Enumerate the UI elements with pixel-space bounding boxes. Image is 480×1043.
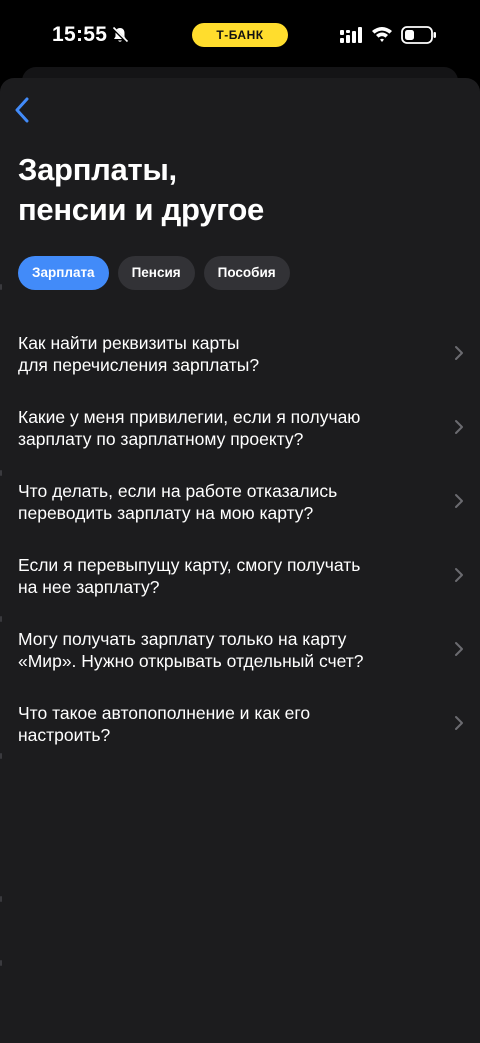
chevron-right-icon bbox=[455, 642, 463, 656]
faq-item[interactable]: Какие у меня привилегии, если я получаю … bbox=[0, 398, 480, 472]
faq-question: Как найти реквизиты карты для перечислен… bbox=[18, 332, 428, 376]
tab-pension[interactable]: Пенсия bbox=[117, 256, 195, 290]
bell-slash-icon bbox=[111, 26, 129, 44]
faq-question-line: Что делать, если на работе отказались bbox=[18, 481, 338, 501]
status-bar: 15:55 Т-БАНК bbox=[0, 0, 480, 70]
edge-tick bbox=[0, 284, 2, 290]
battery-icon bbox=[401, 26, 436, 44]
faq-question-line: Могу получать зарплату только на карту bbox=[18, 629, 347, 649]
chevron-right-icon bbox=[455, 716, 463, 730]
signal-icon bbox=[340, 27, 362, 43]
faq-list: Как найти реквизиты карты для перечислен… bbox=[0, 324, 480, 768]
faq-item[interactable]: Если я перевыпущу карту, смогу получать … bbox=[0, 546, 480, 620]
faq-question: Могу получать зарплату только на карту «… bbox=[18, 628, 428, 672]
faq-question-line: переводить зарплату на мою карту? bbox=[18, 503, 314, 523]
faq-question: Если я перевыпущу карту, смогу получать … bbox=[18, 554, 428, 598]
page-title-line: Зарплаты, bbox=[18, 152, 177, 187]
faq-item[interactable]: Могу получать зарплату только на карту «… bbox=[0, 620, 480, 694]
wifi-icon bbox=[372, 27, 392, 42]
faq-question-line: «Мир». Нужно открывать отдельный счет? bbox=[18, 651, 364, 671]
faq-question: Какие у меня привилегии, если я получаю … bbox=[18, 406, 428, 450]
faq-question-line: Что такое автопополнение и как его bbox=[18, 703, 311, 723]
tab-benefits[interactable]: Пособия bbox=[203, 256, 290, 290]
main-sheet: Зарплаты, пенсии и другое Зарплата Пенси… bbox=[0, 78, 480, 1043]
page-title-line: пенсии и другое bbox=[18, 192, 264, 227]
bank-badge: Т-БАНК bbox=[192, 23, 288, 47]
chevron-right-icon bbox=[455, 494, 463, 508]
faq-question-line: Если я перевыпущу карту, смогу получать bbox=[18, 555, 361, 575]
back-button[interactable] bbox=[8, 93, 36, 127]
faq-question: Что такое автопополнение и как его настр… bbox=[18, 702, 428, 746]
faq-item[interactable]: Как найти реквизиты карты для перечислен… bbox=[0, 324, 480, 398]
faq-question-line: на нее зарплату? bbox=[18, 577, 160, 597]
chevron-left-icon bbox=[15, 97, 29, 123]
faq-question-line: Какие у меня привилегии, если я получаю bbox=[18, 407, 361, 427]
status-time: 15:55 bbox=[52, 23, 108, 46]
faq-question-line: для перечисления зарплаты? bbox=[18, 355, 260, 375]
faq-question-line: зарплату по зарплатному проекту? bbox=[18, 429, 304, 449]
screen: 15:55 Т-БАНК Зарплаты, пенсии и другое З… bbox=[0, 0, 480, 1043]
chevron-right-icon bbox=[455, 568, 463, 582]
category-tabs: Зарплата Пенсия Пособия bbox=[18, 256, 290, 290]
page-title: Зарплаты, пенсии и другое bbox=[18, 150, 458, 230]
tab-salary[interactable]: Зарплата bbox=[18, 256, 109, 290]
faq-item[interactable]: Что такое автопополнение и как его настр… bbox=[0, 694, 480, 768]
edge-tick bbox=[0, 960, 2, 966]
faq-question-line: настроить? bbox=[18, 725, 111, 745]
chevron-right-icon bbox=[455, 420, 463, 434]
faq-question-line: Как найти реквизиты карты bbox=[18, 333, 240, 353]
chevron-right-icon bbox=[455, 346, 463, 360]
faq-question: Что делать, если на работе отказались пе… bbox=[18, 480, 428, 524]
edge-tick bbox=[0, 896, 2, 902]
faq-item[interactable]: Что делать, если на работе отказались пе… bbox=[0, 472, 480, 546]
